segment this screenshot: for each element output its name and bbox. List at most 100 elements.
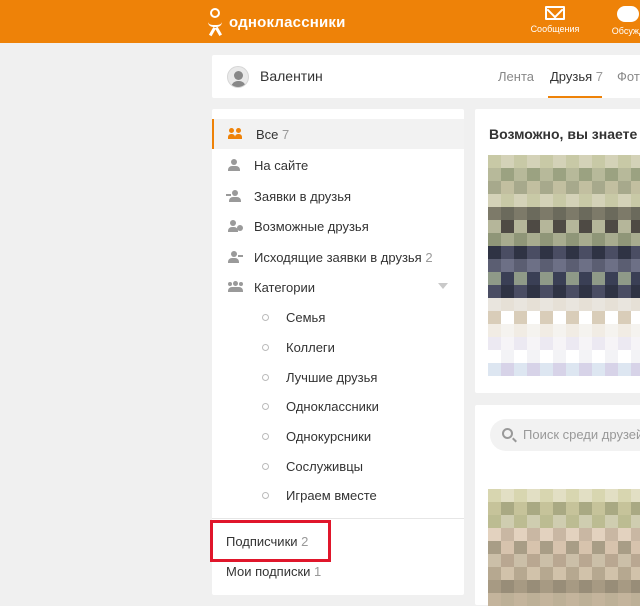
photo-pixel [501,168,514,181]
photo-pixel [566,181,579,194]
possible-friends-icon [228,220,243,232]
photo-pixel [592,194,605,207]
photo-pixel [501,207,514,220]
photo-pixel [540,541,553,554]
photo-pixel [540,259,553,272]
photo-pixel [488,528,501,541]
sidebar-item-categories[interactable]: Категории [212,272,464,302]
search-box[interactable]: Поиск среди друзей [490,419,640,451]
photo-pixel [501,541,514,554]
photo-pixel [553,541,566,554]
category-item[interactable]: Играем вместе [212,483,464,509]
photo-pixel [501,311,514,324]
sidebar-item-all[interactable]: Все 7 [212,119,464,149]
sidebar-item-possible[interactable]: Возможные друзья [212,211,464,241]
my-subscriptions-link[interactable]: Мои подписки 1 [226,564,321,579]
discussions-nav[interactable]: Обсужд [598,6,640,36]
category-item[interactable]: Однокурсники [212,424,464,450]
photo-pixel [514,502,527,515]
friend-photo[interactable] [488,489,640,606]
photo-pixel [618,311,631,324]
photo-pixel [579,593,592,606]
photo-pixel [540,502,553,515]
photo-pixel [592,502,605,515]
sidebar-item-outgoing-label: Исходящие заявки в друзья [254,249,422,265]
photo-pixel [618,489,631,502]
photo-pixel [566,554,579,567]
logo[interactable]: одноклассники [207,8,346,36]
photo-pixel [540,363,553,376]
photo-pixel [553,311,566,324]
photo-pixel [605,567,618,580]
category-label: Однокурсники [286,429,372,444]
photo-pixel [605,541,618,554]
photo-pixel [579,155,592,168]
photo-pixel [488,181,501,194]
photo-pixel [605,515,618,528]
category-label: Семья [286,310,326,325]
photo-pixel [592,337,605,350]
user-online-icon [228,159,242,171]
photo-pixel [631,324,640,337]
photo-pixel [592,363,605,376]
photo-pixel [618,567,631,580]
category-item[interactable]: Сослуживцы [212,454,464,480]
tab-photos[interactable]: Фот [617,69,640,84]
photo-pixel [514,220,527,233]
suggested-person-photo[interactable] [488,155,640,376]
sidebar-item-categories-label: Категории [254,279,315,295]
photo-pixel [631,489,640,502]
photo-pixel [605,181,618,194]
photo-pixel [488,337,501,350]
photo-pixel [605,528,618,541]
photo-pixel [579,528,592,541]
photo-pixel [514,272,527,285]
photo-pixel [592,324,605,337]
photo-pixel [566,541,579,554]
photo-pixel [605,285,618,298]
sidebar-item-online[interactable]: На сайте [212,150,464,180]
category-item[interactable]: Семья [212,305,464,331]
photo-pixel [592,593,605,606]
photo-pixel [553,528,566,541]
outgoing-request-icon [228,251,243,263]
category-item[interactable]: Коллеги [212,335,464,361]
avatar[interactable] [227,66,249,88]
sidebar-item-outgoing[interactable]: Исходящие заявки в друзья 2 [212,242,464,272]
photo-pixel [579,324,592,337]
photo-pixel [527,541,540,554]
category-item[interactable]: Лучшие друзья [212,365,464,391]
messages-nav[interactable]: Сообщения [528,6,582,34]
photo-pixel [501,489,514,502]
photo-pixel [514,567,527,580]
photo-pixel [592,350,605,363]
photo-pixel [566,272,579,285]
photo-pixel [592,181,605,194]
photo-pixel [631,502,640,515]
photo-pixel [631,580,640,593]
photo-pixel [488,554,501,567]
sidebar-item-requests[interactable]: Заявки в друзья [212,181,464,211]
photo-pixel [527,311,540,324]
chevron-down-icon[interactable] [438,283,448,289]
photo-pixel [514,350,527,363]
photo-pixel [553,567,566,580]
photo-pixel [605,155,618,168]
category-item[interactable]: Одноклассники [212,394,464,420]
photo-pixel [501,285,514,298]
photo-pixel [592,272,605,285]
photo-pixel [579,298,592,311]
photo-pixel [566,528,579,541]
photo-pixel [553,220,566,233]
search-input[interactable]: Поиск среди друзей [523,427,640,442]
tab-feed[interactable]: Лента [498,69,534,84]
photo-pixel [527,298,540,311]
photo-pixel [527,246,540,259]
photo-pixel [514,337,527,350]
photo-pixel [527,233,540,246]
user-name[interactable]: Валентин [260,68,323,84]
photo-pixel [579,502,592,515]
tab-friends[interactable]: Друзья 7 [550,69,603,84]
photo-pixel [618,593,631,606]
photo-pixel [527,528,540,541]
